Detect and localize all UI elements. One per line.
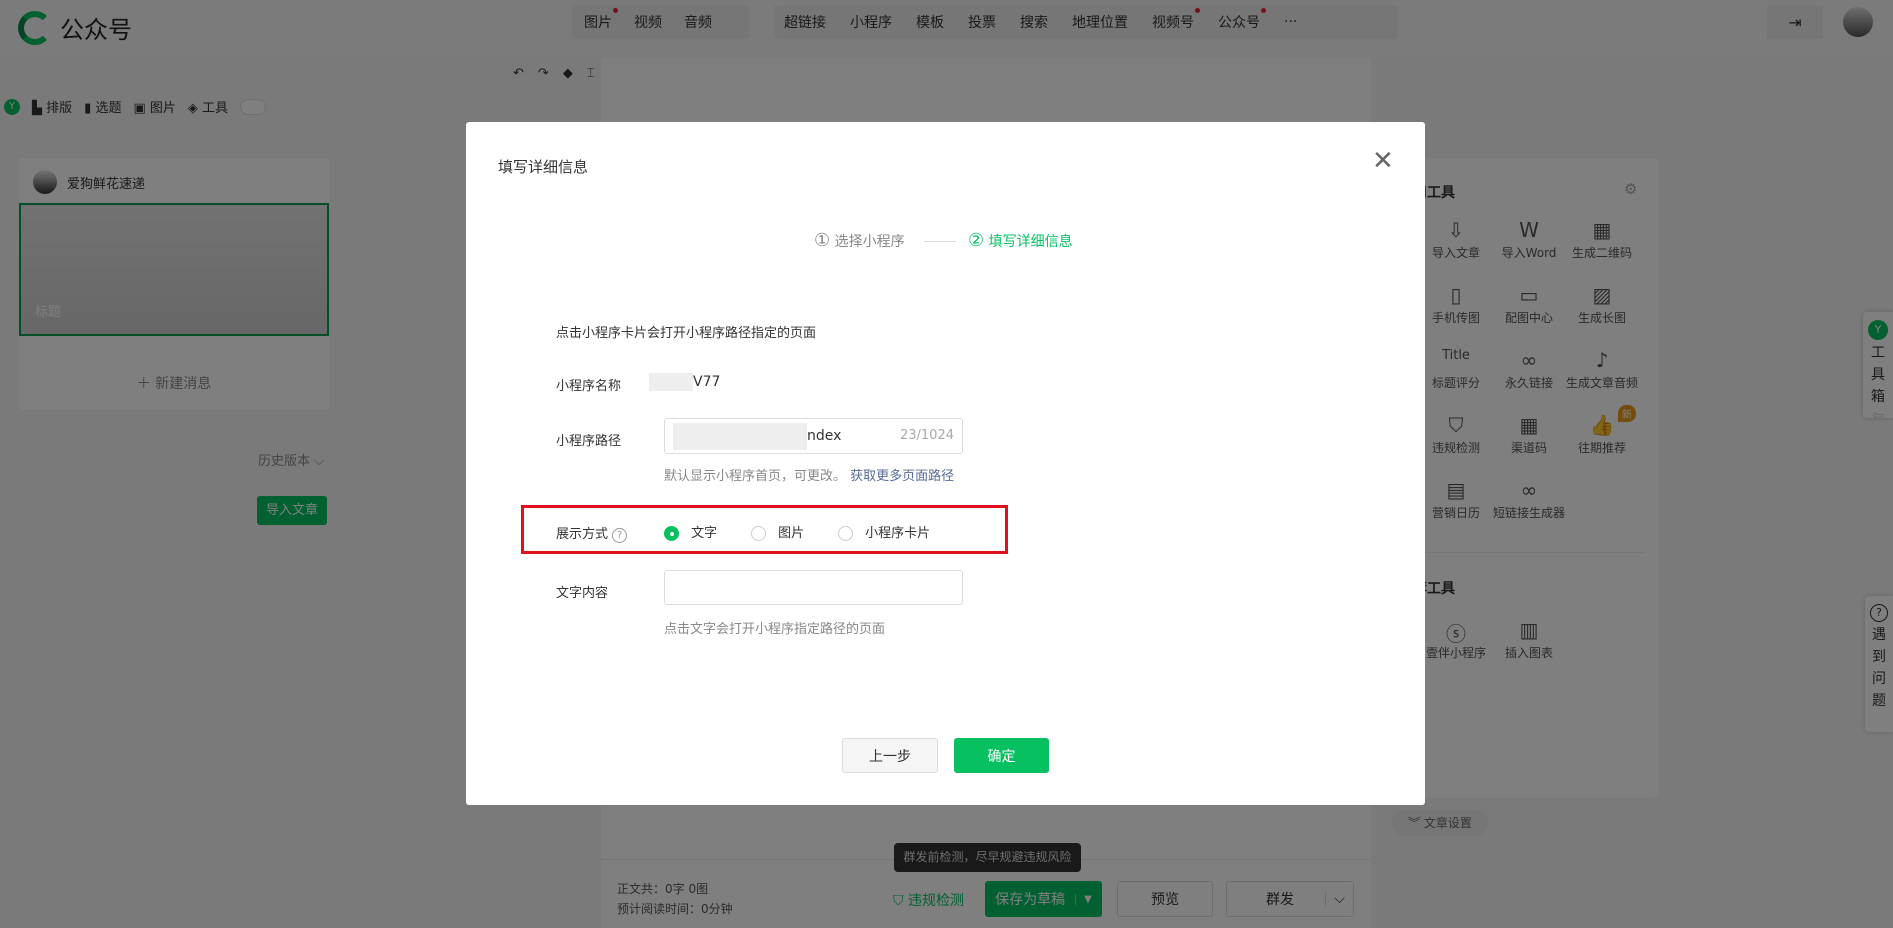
miniprogram-detail-dialog: 填写详细信息 ✕ ① 选择小程序 ② 填写详细信息 点击小程序卡片会打开小程序路…: [466, 122, 1425, 805]
close-icon[interactable]: ✕: [1372, 146, 1394, 176]
path-hint: 默认显示小程序首页，可更改。 获取更多页面路径: [664, 469, 955, 484]
step-divider: [924, 241, 956, 242]
confirm-button[interactable]: 确定: [954, 738, 1049, 773]
path-label: 小程序路径: [556, 434, 622, 449]
help-icon[interactable]: ?: [612, 528, 628, 543]
radio-image[interactable]: 图片: [751, 522, 804, 541]
name-label: 小程序名称: [556, 379, 622, 394]
dialog-title: 填写详细信息: [498, 158, 589, 176]
path-input[interactable]: ndex 23/1024: [664, 418, 963, 454]
text-hint: 点击文字会打开小程序指定路径的页面: [664, 622, 886, 637]
radio-text[interactable]: 文字: [664, 522, 717, 541]
step-2: ② 填写详细信息: [968, 230, 1073, 251]
description: 点击小程序卡片会打开小程序路径指定的页面: [556, 326, 817, 341]
text-content-input[interactable]: [664, 570, 963, 605]
redacted-block: [649, 373, 693, 391]
text-label: 文字内容: [556, 586, 609, 601]
display-label: 展示方式 ?: [556, 523, 628, 543]
radio-button[interactable]: [838, 526, 853, 541]
radio-button[interactable]: [751, 526, 766, 541]
more-paths-link[interactable]: 获取更多页面路径: [850, 469, 954, 484]
char-count: 23/1024: [899, 428, 954, 443]
step-1: ① 选择小程序: [814, 230, 905, 251]
radio-card[interactable]: 小程序卡片: [838, 522, 930, 541]
back-button[interactable]: 上一步: [842, 738, 938, 773]
radio-button[interactable]: [664, 526, 679, 541]
name-value: V77: [649, 373, 720, 391]
redacted-block: [673, 423, 807, 450]
